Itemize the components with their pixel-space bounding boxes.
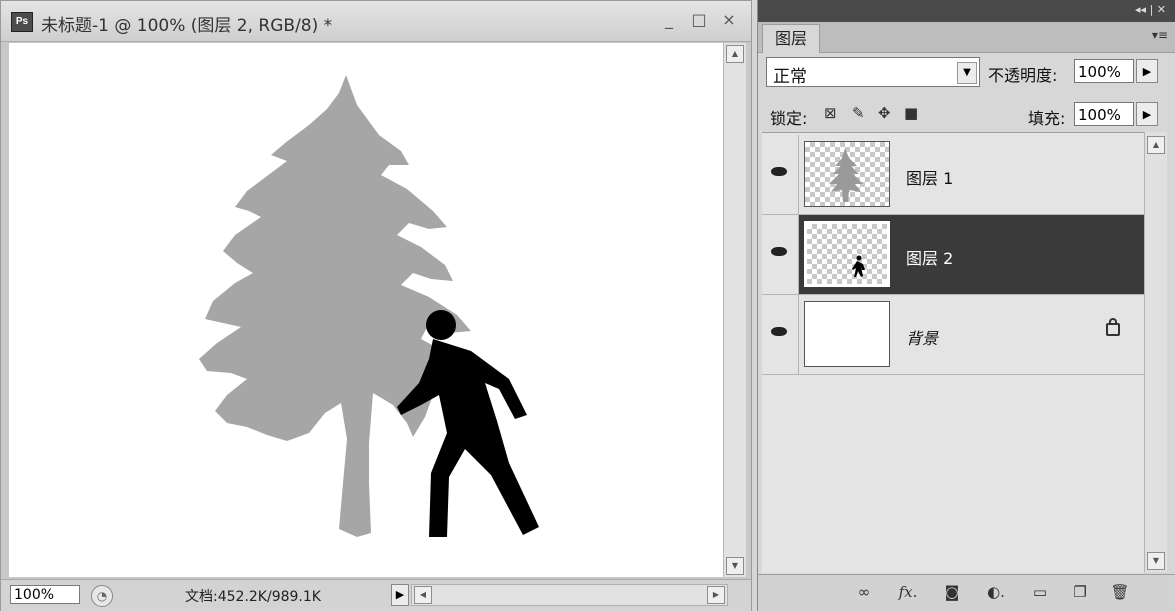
layer-thumbnail xyxy=(804,221,890,287)
status-options-icon[interactable]: ◔ xyxy=(91,585,113,607)
blend-mode-value: 正常 xyxy=(773,67,807,87)
opacity-input[interactable]: 100% xyxy=(1074,59,1134,83)
opacity-label: 不透明度: xyxy=(988,66,1058,85)
status-bar: 100% ◔ 文档:452.2K/989.1K ▶ ◀ ▶ xyxy=(1,579,751,611)
scroll-down-arrow-icon[interactable]: ▼ xyxy=(1147,552,1165,570)
lock-position-move-icon[interactable]: ✥ xyxy=(878,104,891,122)
panel-tab-strip: 图层 ▾≡ xyxy=(758,22,1175,53)
scroll-up-arrow-icon[interactable]: ▲ xyxy=(1147,136,1165,154)
zoom-input[interactable]: 100% xyxy=(10,585,80,604)
layer-name: 背景 xyxy=(906,329,939,348)
layers-list: 图层 1 图层 2 背景 xyxy=(762,132,1144,573)
panel-menu-icon[interactable]: ▾≡ xyxy=(1152,28,1168,42)
document-title-bar[interactable]: Ps 未标题-1 @ 100% (图层 2, RGB/8) * _ □ × xyxy=(1,1,751,42)
visibility-eye-icon[interactable] xyxy=(762,295,799,374)
scroll-up-arrow-icon[interactable]: ▲ xyxy=(726,45,744,63)
lock-paint-brush-icon[interactable]: ✎ xyxy=(852,104,865,122)
layer-name: 图层 1 xyxy=(906,169,954,188)
blend-mode-select[interactable]: 正常 ▼ xyxy=(766,57,980,87)
layer-thumbnail xyxy=(804,301,890,367)
lock-label: 锁定: xyxy=(770,109,808,128)
layer-name: 图层 2 xyxy=(906,249,954,268)
panel-top-bar: ◂◂ | ✕ xyxy=(758,0,1175,22)
fill-slider-arrow-icon[interactable]: ▶ xyxy=(1136,102,1158,126)
panel-bottom-toolbar: ∞ fx. ◙ ◐. ▭ ❐ 🗑 xyxy=(758,574,1175,612)
document-title: 未标题-1 @ 100% (图层 2, RGB/8) * xyxy=(41,16,333,36)
layer-thumbnail xyxy=(804,141,890,207)
horizontal-scrollbar[interactable]: ◀ ▶ xyxy=(411,584,728,606)
tab-layers[interactable]: 图层 xyxy=(762,24,820,53)
opacity-slider-arrow-icon[interactable]: ▶ xyxy=(1136,59,1158,83)
adjustment-icon[interactable]: ◐. xyxy=(984,583,1008,601)
folder-icon[interactable]: ▭ xyxy=(1028,583,1052,601)
document-size-info: 文档:452.2K/989.1K xyxy=(185,589,321,605)
fill-label: 填充: xyxy=(1028,109,1066,128)
scroll-down-arrow-icon[interactable]: ▼ xyxy=(726,557,744,575)
layers-scrollbar[interactable]: ▲ ▼ xyxy=(1144,132,1167,572)
chevron-down-icon[interactable]: ▼ xyxy=(957,62,977,84)
maximize-button[interactable]: □ xyxy=(689,9,709,31)
visibility-eye-icon[interactable] xyxy=(762,135,799,214)
link-icon[interactable]: ∞ xyxy=(852,583,876,601)
lock-icon xyxy=(1106,318,1120,336)
figure-thumbnail-icon xyxy=(852,255,865,277)
status-menu-arrow-icon[interactable]: ▶ xyxy=(391,584,409,606)
trash-icon[interactable]: 🗑 xyxy=(1108,583,1132,601)
tree-thumbnail-icon xyxy=(829,148,863,202)
lock-transparency-icon[interactable]: ⊠ xyxy=(824,104,837,122)
visibility-eye-icon[interactable] xyxy=(762,215,799,294)
fx-icon[interactable]: fx. xyxy=(896,583,920,601)
layer-row-layer2[interactable]: 图层 2 xyxy=(762,215,1144,295)
mask-icon[interactable]: ◙ xyxy=(940,583,964,601)
canvas-artwork xyxy=(199,75,539,537)
lock-all-icon[interactable]: ■ xyxy=(904,104,918,122)
fill-input[interactable]: 100% xyxy=(1074,102,1134,126)
layer-row-background[interactable]: 背景 xyxy=(762,295,1144,375)
scroll-left-arrow-icon[interactable]: ◀ xyxy=(414,586,432,604)
layers-panel: ◂◂ | ✕ 图层 ▾≡ 正常 ▼ 不透明度: 100% ▶ 锁定: ⊠ ✎ ✥… xyxy=(757,0,1175,612)
photoshop-app-icon: Ps xyxy=(11,12,33,32)
new-layer-icon[interactable]: ❐ xyxy=(1068,583,1092,601)
layer-row-layer1[interactable]: 图层 1 xyxy=(762,135,1144,215)
vertical-scrollbar[interactable]: ▲ ▼ xyxy=(723,43,746,577)
document-window: Ps 未标题-1 @ 100% (图层 2, RGB/8) * _ □ × ▲ … xyxy=(0,0,752,611)
panel-collapse-close-icon[interactable]: ◂◂ | ✕ xyxy=(1135,3,1166,16)
minimize-button[interactable]: _ xyxy=(659,9,679,31)
close-button[interactable]: × xyxy=(719,9,739,31)
scroll-right-arrow-icon[interactable]: ▶ xyxy=(707,586,725,604)
canvas[interactable] xyxy=(9,43,723,577)
